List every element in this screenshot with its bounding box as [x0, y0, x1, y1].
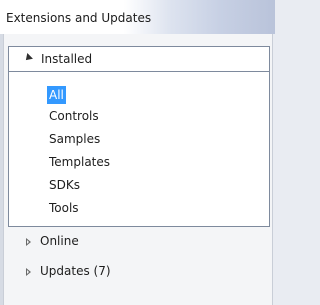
category-item-all[interactable]: All — [47, 86, 66, 104]
tree-node-updates-label: Updates (7) — [40, 264, 111, 278]
category-item-samples-label: Samples — [49, 132, 101, 146]
category-item-tools[interactable]: Tools — [49, 199, 79, 217]
expanded-arrow-icon[interactable] — [23, 53, 33, 63]
collapsed-arrow-icon[interactable] — [26, 238, 31, 246]
tree-node-installed-label: Installed — [41, 52, 93, 66]
category-item-sdks-label: SDKs — [49, 178, 80, 192]
category-item-samples[interactable]: Samples — [49, 130, 100, 148]
installed-categories-list: All Controls Samples Templates SDKs Tool… — [8, 72, 270, 227]
tree-node-online-label: Online — [40, 234, 79, 248]
category-item-tools-label: Tools — [49, 201, 79, 215]
category-item-sdks[interactable]: SDKs — [49, 176, 80, 194]
window-title: Extensions and Updates — [6, 11, 152, 25]
window-titlebar: Extensions and Updates — [0, 0, 275, 34]
category-item-all-label: All — [47, 86, 66, 104]
collapsed-arrow-icon[interactable] — [26, 268, 31, 276]
category-item-controls-label: Controls — [49, 109, 99, 123]
category-item-controls[interactable]: Controls — [49, 107, 99, 125]
category-item-templates[interactable]: Templates — [49, 153, 110, 171]
tree-node-installed[interactable]: Installed — [8, 46, 270, 72]
tree-node-updates[interactable]: Updates (7) — [8, 262, 270, 282]
category-item-templates-label: Templates — [49, 155, 111, 169]
tree-node-online[interactable]: Online — [8, 232, 270, 252]
